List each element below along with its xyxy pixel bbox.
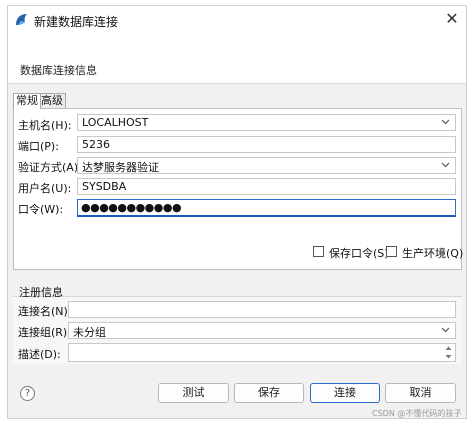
chevron-down-icon [441, 119, 450, 125]
watermark: CSDN @不懂代码的孩子 [372, 409, 462, 418]
password-label: 口令(W): [18, 203, 64, 216]
auth-combobox[interactable]: 达梦服务器验证 [77, 157, 456, 174]
auth-value: 达梦服务器验证 [82, 161, 159, 174]
tab-advanced[interactable]: 高级 [38, 93, 66, 108]
close-icon[interactable]: ✕ [443, 10, 461, 28]
spinner-arrows-icon[interactable] [445, 345, 452, 360]
save-password-checkbox[interactable] [313, 246, 324, 257]
port-label: 端口(P): [18, 140, 59, 153]
conn-name-input[interactable] [68, 301, 456, 318]
conn-group-label: 连接组(R): [18, 326, 71, 339]
conn-name-label: 连接名(N): [18, 305, 72, 318]
conn-group-combobox[interactable]: 未分组 [68, 322, 456, 339]
host-label: 主机名(H): [18, 119, 72, 132]
port-input[interactable]: 5236 [77, 136, 456, 153]
chevron-down-icon [441, 327, 450, 333]
host-combobox[interactable]: LOCALHOST [77, 114, 456, 131]
save-password-label[interactable]: 保存口令(S) [329, 245, 389, 261]
test-button[interactable]: 测试 [158, 383, 229, 403]
production-env-label[interactable]: 生产环境(Q) [402, 245, 463, 261]
auth-label: 验证方式(A): [18, 161, 82, 174]
registration-title: 注册信息 [19, 286, 63, 299]
chevron-down-icon [441, 162, 450, 168]
tab-general[interactable]: 常规 [13, 93, 41, 109]
production-env-checkbox[interactable] [386, 246, 397, 257]
user-label: 用户名(U): [18, 182, 72, 195]
password-mask: ●●●●●●●●●●● [81, 201, 182, 214]
user-input[interactable]: SYSDBA [77, 178, 456, 195]
port-value: 5236 [82, 138, 110, 151]
host-value: LOCALHOST [82, 116, 149, 129]
save-button[interactable]: 保存 [234, 383, 304, 403]
app-logo-icon [16, 14, 27, 25]
description-textarea[interactable] [68, 343, 456, 362]
section-title: 数据库连接信息 [20, 64, 97, 77]
description-label: 描述(D): [18, 348, 61, 361]
help-button[interactable]: ? [20, 386, 35, 401]
user-value: SYSDBA [82, 180, 127, 193]
window-title: 新建数据库连接 [34, 15, 119, 29]
password-input[interactable]: ●●●●●●●●●●● [77, 199, 456, 217]
connect-button[interactable]: 连接 [310, 383, 380, 403]
conn-group-value: 未分组 [73, 326, 106, 339]
cancel-button[interactable]: 取消 [385, 383, 456, 403]
